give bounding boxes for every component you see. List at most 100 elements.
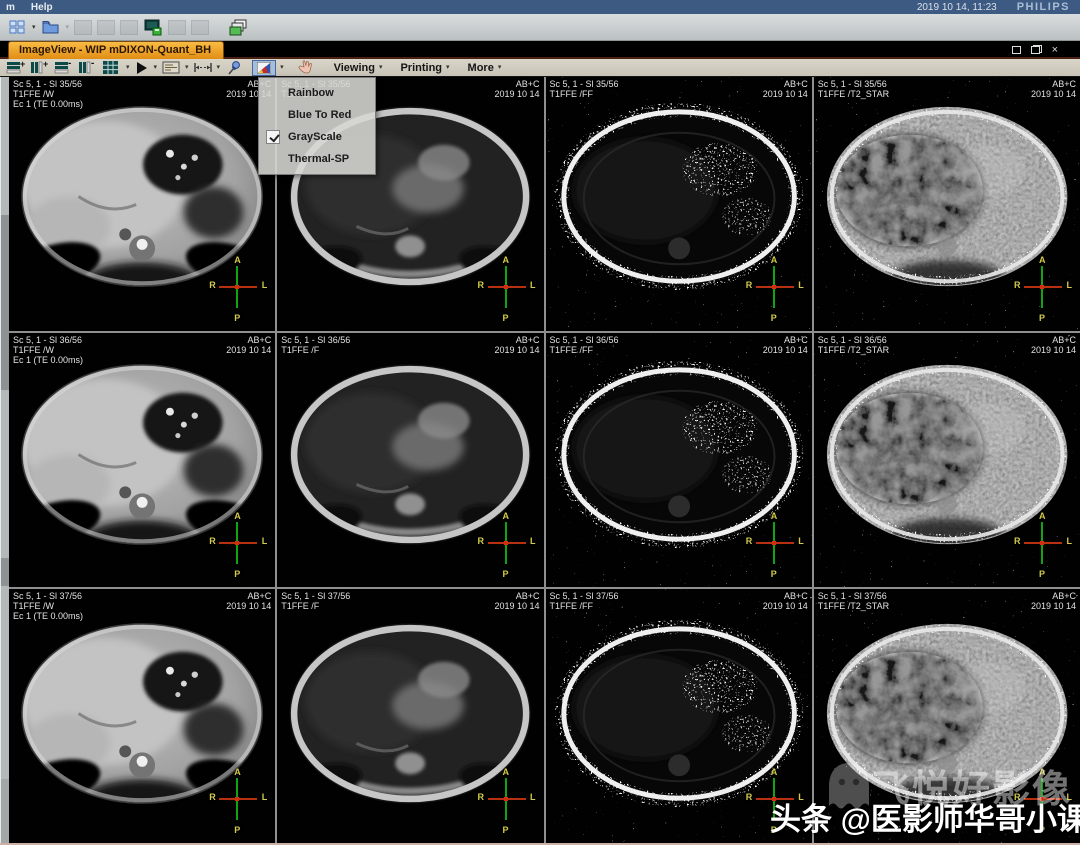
pan-hand-icon[interactable]: [296, 59, 316, 77]
series-type-label: T1FFE /W: [13, 89, 83, 99]
slice-info-text: Sc 5, 1 - Sl 36/56 T1FFE /F: [281, 335, 350, 355]
echo-info: Ec 1 (TE 0.00ms): [13, 99, 83, 109]
scan-slice-label: Sc 5, 1 - Sl 35/56: [13, 79, 83, 89]
series-type-label: T1FFE /F: [281, 601, 350, 611]
slice-info-text: Sc 5, 1 - Sl 35/56 T1FFE /WEc 1 (TE 0.00…: [13, 79, 83, 109]
scan-slice-label: Sc 5, 1 - Sl 37/56: [818, 591, 889, 601]
colormap-option-blue-to-red[interactable]: Blue To Red: [259, 104, 375, 126]
play-options-arrow[interactable]: ▾: [154, 64, 158, 71]
colormap-icon[interactable]: [252, 60, 276, 76]
study-code-label: AB+C: [226, 335, 271, 345]
viewport-r1c1-water[interactable]: Sc 5, 1 - Sl 35/56 T1FFE /WEc 1 (TE 0.00…: [9, 77, 275, 331]
orientation-center-dot: [1040, 285, 1044, 289]
remove-row-icon[interactable]: -: [54, 59, 74, 77]
colormap-menu: RainbowBlue To Red GrayScale Thermal-SP: [258, 77, 376, 175]
main-toolbar: ▾ ▾: [0, 14, 1080, 41]
colormap-option-grayscale[interactable]: GrayScale: [259, 126, 375, 148]
study-code-label: AB+C: [494, 591, 539, 601]
add-row-icon[interactable]: +: [6, 59, 26, 77]
colormap-option-rainbow[interactable]: Rainbow: [259, 82, 375, 104]
left-splitter-strip[interactable]: [0, 42, 9, 845]
grid-layout-icon[interactable]: [102, 59, 122, 77]
orientation-posterior-label: P: [1039, 569, 1045, 579]
orientation-center-dot: [235, 541, 239, 545]
disabled-tool-icon: [120, 20, 138, 35]
orientation-right-label: R: [209, 792, 216, 802]
viewport-r1c3-ff[interactable]: Sc 5, 1 - Sl 35/56 T1FFE /FF AB+C 2019 1…: [546, 77, 812, 331]
study-code-label: AB+C: [763, 79, 808, 89]
orientation-center-dot: [235, 285, 239, 289]
cascade-windows-icon[interactable]: [1031, 45, 1042, 54]
colormap-option-thermal-sp[interactable]: Thermal-SP: [259, 148, 375, 170]
study-date-label: 2019 10 14: [763, 345, 808, 355]
orientation-marker: A P R L: [207, 511, 269, 581]
restore-window-icon[interactable]: [1012, 46, 1021, 54]
study-info-text: AB+C 2019 10 14: [1031, 591, 1076, 611]
viewport-r2c2-fat[interactable]: Sc 5, 1 - Sl 36/56 T1FFE /F AB+C 2019 10…: [277, 333, 543, 587]
pin-icon[interactable]: [224, 59, 244, 77]
layout-dropdown-arrow[interactable]: ▾: [32, 24, 36, 31]
layout-grid-icon[interactable]: [7, 18, 27, 36]
menu-printing[interactable]: Printing: [400, 62, 442, 74]
orientation-right-label: R: [746, 280, 753, 290]
viewport-r3c2-fat[interactable]: Sc 5, 1 - Sl 37/56 T1FFE /F AB+C 2019 10…: [277, 589, 543, 843]
series-type-label: T1FFE /FF: [550, 601, 619, 611]
watermark-byline: 头条 @医影师华哥小课: [770, 794, 1080, 839]
series-type-label: T1FFE /F: [281, 345, 350, 355]
orientation-right-label: R: [746, 536, 753, 546]
study-date-label: 2019 10 14: [763, 601, 808, 611]
check-placeholder: [266, 86, 280, 100]
play-icon[interactable]: [137, 62, 147, 74]
menu-help[interactable]: Help: [31, 2, 53, 13]
viewport-r2c3-ff[interactable]: Sc 5, 1 - Sl 36/56 T1FFE /FF AB+C 2019 1…: [546, 333, 812, 587]
imageview-tab[interactable]: ImageView - WIP mDIXON-Quant_BH: [8, 41, 224, 59]
measure-icon[interactable]: [193, 59, 213, 77]
menu-viewing[interactable]: Viewing: [334, 62, 375, 74]
scan-slice-label: Sc 5, 1 - Sl 35/56: [818, 79, 889, 89]
viewport-r2c1-water[interactable]: Sc 5, 1 - Sl 36/56 T1FFE /WEc 1 (TE 0.00…: [9, 333, 275, 587]
study-info-text: AB+C 2019 10 14: [494, 591, 539, 611]
slice-info-text: Sc 5, 1 - Sl 36/56 T1FFE /FF: [550, 335, 619, 355]
export-windows-icon[interactable]: [228, 18, 248, 36]
orientation-posterior-label: P: [1039, 313, 1045, 323]
capture-screen-icon[interactable]: [143, 18, 163, 36]
orientation-marker: A P R L: [1012, 511, 1074, 581]
viewport-r2c4-t2star[interactable]: Sc 5, 1 - Sl 36/56 T1FFE /T2_STAR AB+C 2…: [814, 333, 1080, 587]
echo-info: Ec 1 (TE 0.00ms): [13, 355, 83, 365]
study-info-text: AB+C 2019 10 14: [226, 335, 271, 355]
menu-more[interactable]: More: [468, 62, 494, 74]
study-code-label: AB+C: [1031, 335, 1076, 345]
orientation-marker: A P R L: [744, 511, 806, 581]
viewport-r1c4-t2star[interactable]: Sc 5, 1 - Sl 35/56 T1FFE /T2_STAR AB+C 2…: [814, 77, 1080, 331]
study-info-text: AB+C 2019 10 14: [1031, 79, 1076, 99]
study-info-text: AB+C 2019 10 14: [763, 591, 808, 611]
colormap-option-label: GrayScale: [288, 131, 342, 143]
layout-options-arrow[interactable]: ▾: [126, 64, 130, 71]
study-code-label: AB+C: [763, 335, 808, 345]
study-code-label: AB+C: [494, 79, 539, 89]
remove-column-icon[interactable]: -: [78, 59, 98, 77]
study-code-label: AB+C: [226, 591, 271, 601]
orientation-left-label: L: [1067, 280, 1073, 290]
colormap-options-arrow[interactable]: ▾: [280, 64, 284, 71]
orientation-left-label: L: [262, 792, 268, 802]
slice-info-text: Sc 5, 1 - Sl 37/56 T1FFE /FF: [550, 591, 619, 611]
orientation-right-label: R: [478, 280, 485, 290]
orientation-anterior-label: A: [234, 767, 241, 777]
orientation-anterior-label: A: [771, 767, 778, 777]
close-icon[interactable]: ×: [1052, 46, 1058, 54]
orientation-left-label: L: [1067, 536, 1073, 546]
folder-icon[interactable]: [41, 18, 61, 36]
viewport-r3c1-water[interactable]: Sc 5, 1 - Sl 37/56 T1FFE /WEc 1 (TE 0.00…: [9, 589, 275, 843]
orientation-posterior-label: P: [234, 569, 240, 579]
add-column-icon[interactable]: +: [30, 59, 50, 77]
annotation-toggle-icon[interactable]: [161, 59, 181, 77]
study-date-label: 2019 10 14: [1031, 345, 1076, 355]
orientation-anterior-label: A: [771, 511, 778, 521]
slice-info-text: Sc 5, 1 - Sl 35/56 T1FFE /FF: [550, 79, 619, 99]
scan-slice-label: Sc 5, 1 - Sl 37/56: [13, 591, 83, 601]
study-info-text: AB+C 2019 10 14: [763, 335, 808, 355]
scan-slice-label: Sc 5, 1 - Sl 36/56: [281, 335, 350, 345]
check-placeholder: [266, 152, 280, 166]
orientation-marker: A P R L: [476, 511, 538, 581]
